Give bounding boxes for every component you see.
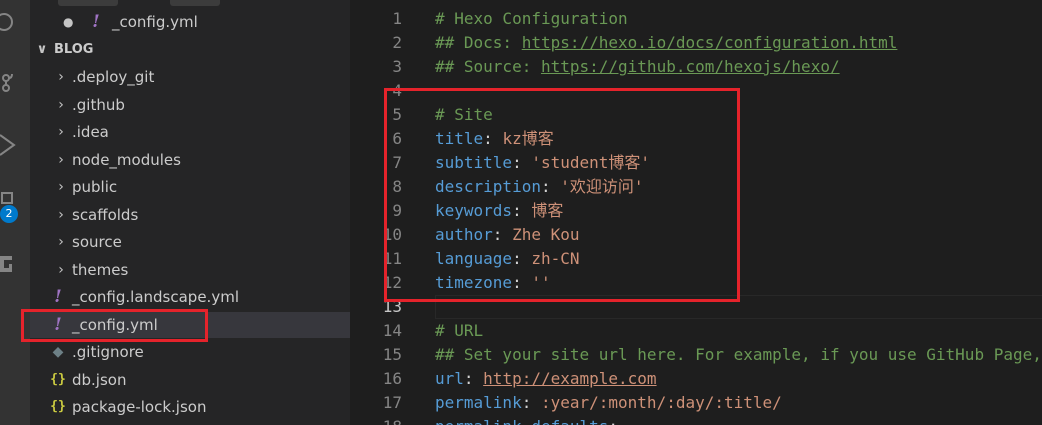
code-line[interactable]: 15 ## Set your site url here. For example…: [350, 343, 1042, 367]
code-text: permalink_defaults:: [435, 415, 618, 425]
item-label: .idea: [72, 123, 109, 141]
json-file-icon: {}: [50, 371, 66, 387]
code-line[interactable]: 17 permalink: :year/:month/:day/:title/: [350, 391, 1042, 415]
annotation-box-site-config: [384, 88, 740, 302]
line-number: 14: [382, 321, 402, 340]
folder-item[interactable]: › scaffolds: [30, 202, 350, 228]
chevron-right-icon: ›: [58, 206, 64, 223]
github-icon[interactable]: [0, 250, 30, 280]
file-item[interactable]: {} db.json: [30, 367, 350, 393]
tab-stub: [170, 0, 220, 6]
folder-item[interactable]: › node_modules: [30, 147, 350, 173]
token-pun: :: [463, 369, 484, 388]
token-val: :year/:month/:day/:title/: [540, 393, 782, 412]
folder-item[interactable]: › public: [30, 174, 350, 200]
line-number: 1: [392, 9, 402, 28]
item-label: source: [72, 233, 122, 251]
folder-item[interactable]: › .github: [30, 92, 350, 118]
line-number: 17: [382, 393, 402, 412]
chevron-right-icon: ›: [58, 234, 64, 250]
git-file-icon: ◆: [52, 344, 64, 360]
item-label: .deploy_git: [72, 68, 155, 86]
chevron-right-icon: ›: [58, 151, 64, 168]
line-number: 2: [392, 33, 402, 52]
annotation-box-config-file: [21, 309, 208, 342]
token-url: https://hexo.io/docs/configuration.html: [521, 33, 898, 52]
code-text: ## Set your site url here. For example, …: [435, 343, 1042, 367]
chevron-down-icon: ∨: [36, 42, 48, 57]
line-number: 16: [382, 369, 402, 388]
token-cmt: # URL: [435, 321, 484, 340]
token-key: url: [435, 369, 464, 388]
dirty-dot-icon: ●: [63, 15, 74, 29]
open-editor-filename: _config.yml: [112, 13, 198, 31]
code-text: url: http://example.com: [435, 367, 657, 391]
chevron-right-icon: ›: [58, 179, 64, 195]
chevron-right-icon: ›: [58, 261, 64, 278]
line-number: 3: [392, 57, 402, 76]
token-cmt: ## Docs:: [435, 33, 522, 52]
token-url2: http://example.com: [483, 369, 657, 388]
item-label: themes: [72, 260, 129, 279]
search-icon[interactable]: [0, 8, 30, 38]
code-line[interactable]: 14 # URL: [350, 319, 1042, 343]
json-file-icon: {}: [50, 399, 66, 414]
yaml-file-icon: !: [54, 287, 62, 307]
code-text: # URL: [435, 319, 483, 343]
token-cmt: # Hexo Configuration: [435, 9, 628, 28]
file-item[interactable]: ! _config.landscape.yml: [30, 284, 350, 310]
tab-stub: [58, 0, 118, 6]
chevron-right-icon: ›: [58, 96, 64, 113]
yaml-file-icon: !: [92, 12, 100, 32]
open-editor-item[interactable]: ● ! _config.yml: [30, 9, 350, 35]
section-title: BLOG: [54, 42, 94, 57]
item-label: _config.landscape.yml: [72, 288, 239, 306]
item-label: db.json: [72, 370, 127, 389]
item-label: package-lock.json: [72, 398, 207, 416]
code-line[interactable]: 3 ## Source: https://github.com/hexojs/he…: [350, 55, 1042, 79]
explorer-section-header[interactable]: ∨ BLOG: [30, 37, 350, 63]
chevron-right-icon: ›: [58, 124, 64, 140]
token-cmt: ## Set your site url here. For example, …: [435, 345, 1042, 364]
file-item[interactable]: {} package-lock.json: [30, 394, 350, 420]
source-control-icon[interactable]: [0, 66, 30, 96]
run-debug-icon[interactable]: [0, 130, 30, 160]
token-key: permalink_defaults: [435, 417, 608, 425]
line-number: 15: [382, 345, 402, 364]
activity-bar: 2: [0, 0, 30, 425]
line-number: 18: [350, 415, 402, 425]
folder-item[interactable]: › .deploy_git: [30, 64, 350, 90]
item-label: .github: [72, 95, 125, 114]
token-cmt: ## Source:: [435, 57, 541, 76]
explorer-sidebar: ● ! _config.yml ∨ BLOG › .deploy_git › .git…: [30, 0, 350, 425]
item-label: scaffolds: [72, 205, 139, 224]
token-url: https://github.com/hexojs/hexo/: [540, 57, 840, 76]
item-label: .gitignore: [72, 343, 144, 361]
token-pun: :: [608, 417, 618, 425]
code-line[interactable]: 2 ## Docs: https://hexo.io/docs/configura…: [350, 31, 1042, 55]
token-key: permalink: [435, 393, 522, 412]
code-text: ## Source: https://github.com/hexojs/hex…: [435, 55, 840, 79]
notification-badge: 2: [0, 205, 18, 223]
token-pun: :: [521, 393, 541, 412]
chevron-right-icon: ›: [58, 69, 64, 85]
item-label: public: [72, 178, 118, 196]
folder-item[interactable]: › source: [30, 229, 350, 255]
file-item[interactable]: ◆ .gitignore: [30, 339, 350, 365]
code-line[interactable]: 18 permalink_defaults:: [350, 415, 1042, 425]
code-text: ## Docs: https://hexo.io/docs/configurat…: [435, 31, 897, 55]
code-text: permalink: :year/:month/:day/:title/: [435, 391, 782, 415]
folder-item[interactable]: › themes: [30, 257, 350, 283]
code-line[interactable]: 16 url: http://example.com: [350, 367, 1042, 391]
code-line[interactable]: 1 # Hexo Configuration: [350, 7, 1042, 31]
code-text: # Hexo Configuration: [435, 7, 628, 31]
item-label: node_modules: [72, 150, 181, 169]
folder-item[interactable]: › .idea: [30, 119, 350, 145]
